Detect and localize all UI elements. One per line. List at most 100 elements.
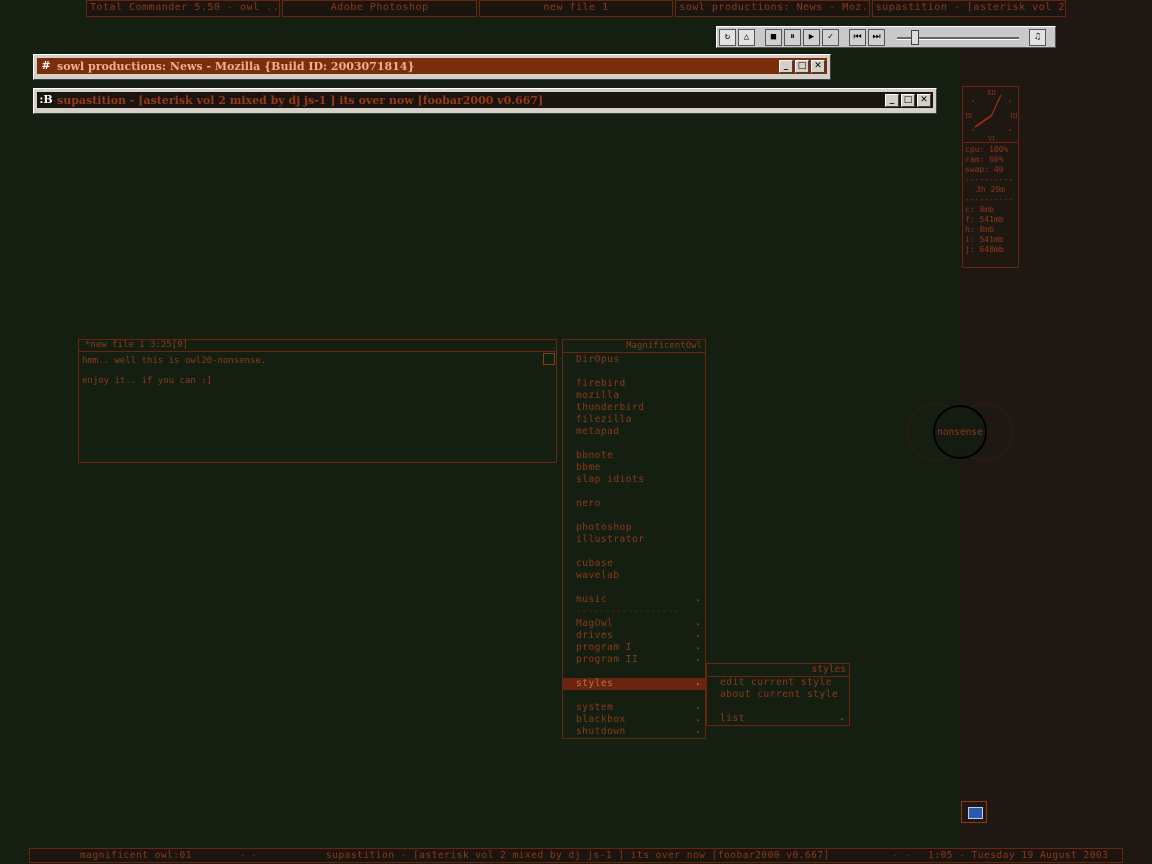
menu-item-label: . — [576, 366, 583, 377]
menu-item-label: shutdown — [576, 726, 626, 737]
menu-item-mozilla[interactable]: mozilla — [563, 390, 705, 402]
menu-item-label: cubase — [576, 558, 614, 569]
window-next-icon[interactable]: ▸ — [906, 849, 911, 862]
taskbar-item[interactable]: supastition - [asterisk vol 2 ... — [871, 0, 1067, 17]
menu-item-label: blackbox — [576, 714, 626, 725]
previous-icon[interactable]: ⏮ — [849, 28, 866, 46]
menu-item-music[interactable]: music ▸ — [563, 594, 705, 606]
pause-icon[interactable]: ⏸ — [784, 28, 801, 46]
submenu-item-about-current-style[interactable]: about current style — [707, 689, 849, 701]
menu-item-cubase[interactable]: cubase — [563, 558, 705, 570]
menu-item-label: system — [576, 702, 614, 713]
menu-title[interactable]: MagnificentOwl — [563, 340, 705, 353]
menu-item-bbnote[interactable]: bbnote — [563, 450, 705, 462]
menu-item-diropus[interactable]: DirOpus — [563, 354, 705, 366]
note-body[interactable]: hmm.. well this is owl20-nonsense. enjoy… — [79, 352, 556, 390]
menu-item-program-ii[interactable]: program II ▸ — [563, 654, 705, 666]
menu-item-system[interactable]: system ▸ — [563, 702, 705, 714]
mozilla-window: # sowl productions: News - Mozilla {Buil… — [33, 54, 831, 80]
stat-line: ---------- — [965, 175, 1014, 184]
submenu-title[interactable]: styles — [707, 664, 849, 677]
foobar-titlebar[interactable]: :B supastition - [asterisk vol 2 mixed b… — [37, 92, 933, 108]
workspace-prev-icon[interactable]: ◂ — [240, 849, 245, 862]
menu-item-label: . — [576, 582, 583, 593]
next-icon[interactable]: ⏭ — [868, 28, 885, 46]
stop-icon[interactable]: ■ — [765, 28, 782, 46]
minimize-button[interactable]: _ — [885, 93, 899, 107]
workspace-next-icon[interactable]: ▸ — [252, 849, 257, 862]
menu-item-blackbox[interactable]: blackbox ▸ — [563, 714, 705, 726]
maximize-button[interactable]: □ — [901, 93, 915, 107]
menu-item-label: about current style — [720, 689, 839, 700]
taskbar-item[interactable]: Total Commander 5.50 - owl ... — [86, 0, 281, 17]
eject-icon[interactable]: △ — [738, 28, 755, 46]
menu-item-metapad[interactable]: metapad — [563, 426, 705, 438]
menu-item-bbme[interactable]: bbme — [563, 462, 705, 474]
styles-submenu: styles edit current style about current s… — [706, 663, 850, 726]
submenu-item-edit-current-style[interactable]: edit current style — [707, 677, 849, 689]
foobar-window: :B supastition - [asterisk vol 2 mixed b… — [33, 88, 937, 114]
menu-separator: . — [563, 546, 705, 558]
note-title[interactable]: *new file 1 3:25[9] — [79, 340, 556, 352]
menu-item-drives[interactable]: drives ▸ — [563, 630, 705, 642]
menu-separator: . — [563, 486, 705, 498]
menu-separator: . — [563, 510, 705, 522]
taskbar: Total Commander 5.50 - owl ... Adobe Phot… — [86, 0, 1067, 17]
submenu-item-list[interactable]: list ▸ — [707, 713, 849, 725]
clock-minute-hand — [991, 94, 1002, 116]
window-prev-icon[interactable]: ◂ — [892, 849, 897, 862]
music-note-icon[interactable]: ♫ — [1029, 28, 1046, 46]
menu-item-label: styles — [576, 678, 614, 689]
menu-item-photoshop[interactable]: photoshop — [563, 522, 705, 534]
menu-item-slap-idiots[interactable]: slap idiots — [563, 474, 705, 486]
menu-item-magowl[interactable]: MagOwl ▸ — [563, 618, 705, 630]
play-icon[interactable]: ▶ — [803, 28, 820, 46]
submenu-arrow-icon: ▸ — [696, 596, 701, 604]
taskbar-item[interactable]: Adobe Photoshop — [282, 0, 477, 17]
submenu-arrow-icon: ▸ — [696, 716, 701, 724]
menu-separator: . — [563, 438, 705, 450]
clock-face: XII III VI IX — [966, 90, 1019, 143]
close-button[interactable]: ✕ — [811, 59, 825, 73]
menu-item-firebird[interactable]: firebird — [563, 378, 705, 390]
mozilla-titlebar[interactable]: # sowl productions: News - Mozilla {Buil… — [37, 58, 827, 74]
menu-item-nero[interactable]: nero — [563, 498, 705, 510]
menu-item-program-i[interactable]: program I ▸ — [563, 642, 705, 654]
menu-item-wavelab[interactable]: wavelab — [563, 570, 705, 582]
clock-hour-hand — [974, 114, 992, 128]
clock-numeral-12: XII — [987, 90, 997, 97]
menu-item-shutdown[interactable]: shutdown ▸ — [563, 726, 705, 738]
menu-separator: . — [563, 690, 705, 702]
stat-line: 3h 29m — [976, 185, 1005, 194]
clock-date: 1:05 - Tuesday 19 August 2003 — [928, 850, 1109, 861]
stat-line: i: 541mb — [965, 235, 1004, 244]
taskbar-item[interactable]: sowl productions: News - Moz... — [675, 0, 870, 17]
seek-thumb[interactable] — [911, 29, 919, 45]
foobar-icon[interactable]: :B — [39, 93, 53, 107]
menu-item-label: bbme — [576, 462, 601, 473]
close-button[interactable]: ✕ — [917, 93, 931, 107]
minimize-button[interactable]: _ — [779, 59, 793, 73]
note-close-button[interactable] — [543, 353, 555, 365]
current-track[interactable]: supastition - [asterisk vol 2 mixed by d… — [326, 849, 830, 862]
menu-item-label: DirOpus — [576, 354, 620, 365]
submenu-arrow-icon: ▸ — [696, 704, 701, 712]
menu-item-label: ------------------ — [576, 606, 679, 617]
menu-item-filezilla[interactable]: filezilla — [563, 414, 705, 426]
menu-item-illustrator[interactable]: illustrator — [563, 534, 705, 546]
tray-app-icon[interactable] — [961, 801, 987, 823]
mozilla-icon[interactable]: # — [39, 59, 53, 73]
menu-item-label: . — [576, 486, 583, 497]
random-icon[interactable]: ✓ — [822, 28, 839, 46]
clock-numeral-3: III — [1010, 113, 1018, 120]
seek-slider[interactable] — [893, 29, 1023, 46]
refresh-icon[interactable]: ↻ — [719, 28, 736, 46]
maximize-button[interactable]: □ — [795, 59, 809, 73]
stat-line: h: 8mb — [965, 225, 994, 234]
system-stats: cpu: 100% ram: 66% swap: 40 ---------- 3h 29… — [962, 143, 1019, 268]
stat-line: ram: 66% — [965, 155, 1004, 164]
menu-item-styles[interactable]: styles ▸ — [563, 678, 705, 690]
taskbar-item[interactable]: new file 1 — [478, 0, 674, 17]
workspace-label[interactable]: magnificent owl:01 — [80, 849, 192, 862]
menu-item-thunderbird[interactable]: thunderbird — [563, 402, 705, 414]
